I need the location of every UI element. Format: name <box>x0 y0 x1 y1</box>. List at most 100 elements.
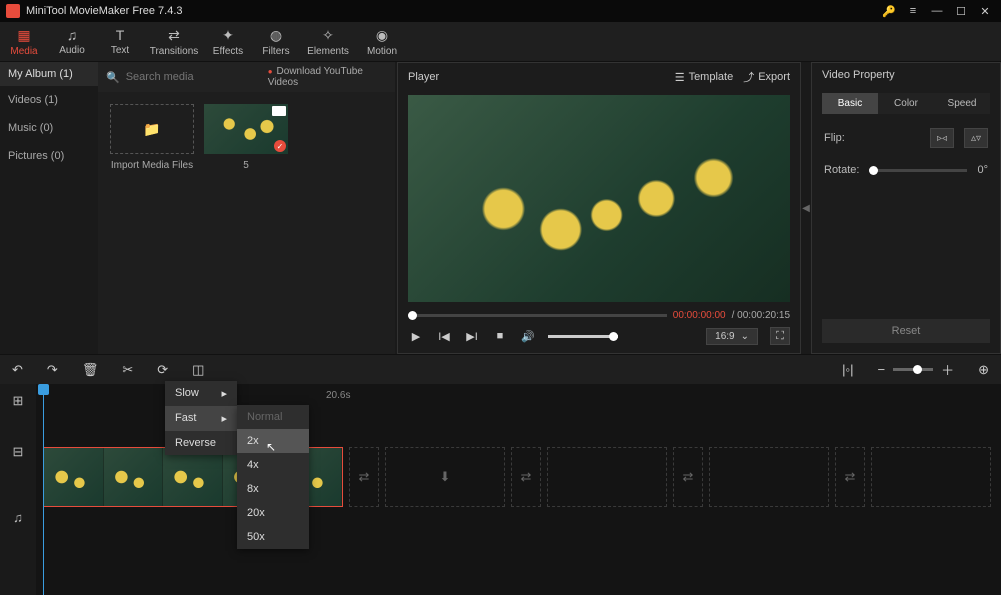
premium-key-icon[interactable]: 🔑 <box>879 5 899 18</box>
time-total: / 00:00:20:15 <box>732 310 790 321</box>
video-preview[interactable] <box>408 95 790 302</box>
tool-elements-icon: ✧ <box>322 27 334 44</box>
fast-option-8x[interactable]: 8x <box>237 477 309 501</box>
close-button[interactable]: ✕ <box>975 5 995 18</box>
crop-button[interactable]: ◫ <box>192 362 204 378</box>
fast-submenu: Normal 2x4x8x20x50x <box>237 405 309 549</box>
export-icon: ⤴ <box>743 69 754 85</box>
flip-horizontal-button[interactable]: ▹◃ <box>930 128 954 148</box>
media-category[interactable]: Pictures (0) <box>0 142 98 170</box>
rotate-label: Rotate: <box>824 164 859 176</box>
fast-option-20x[interactable]: 20x <box>237 501 309 525</box>
empty-slot[interactable] <box>547 447 667 507</box>
audio-track-icon[interactable]: ♫ <box>0 487 36 547</box>
volume-slider[interactable] <box>548 335 618 338</box>
search-icon: 🔍 <box>106 71 120 84</box>
volume-icon[interactable]: 🔊 <box>520 330 536 343</box>
playhead[interactable] <box>43 384 44 595</box>
snap-button[interactable]: |◦| <box>842 362 853 377</box>
property-title: Video Property <box>812 63 1000 87</box>
transition-slot[interactable]: ⇄ <box>511 447 541 507</box>
titlebar: MiniTool MovieMaker Free 7.4.3 🔑 ≡ — ☐ ✕ <box>0 0 1001 22</box>
media-category[interactable]: Videos (1) <box>0 86 98 114</box>
aspect-ratio-select[interactable]: 16:9⌄ <box>706 328 758 345</box>
video-badge-icon <box>272 106 286 116</box>
tool-media[interactable]: ▦Media <box>0 22 48 61</box>
tool-motion-icon: ◉ <box>376 27 388 44</box>
media-search-bar: 🔍 Download YouTube Videos <box>98 62 395 92</box>
tool-effects[interactable]: ✦Effects <box>204 22 252 61</box>
tool-filters[interactable]: ◍Filters <box>252 22 300 61</box>
import-media-button[interactable]: 📁 <box>110 104 194 154</box>
tool-motion[interactable]: ◉Motion <box>356 22 408 61</box>
player-panel: Player ☰Template ⤴Export 00:00:00:00 / 0… <box>397 62 801 354</box>
speed-menu: Slow▸ Fast▸ Reverse <box>165 381 237 455</box>
tool-text[interactable]: TText <box>96 22 144 61</box>
zoom-in-button[interactable]: ＋ <box>941 360 954 379</box>
fullscreen-button[interactable]: ⛶ <box>770 327 790 345</box>
video-track-icon[interactable]: ⊟ <box>0 417 36 487</box>
tool-transitions[interactable]: ⇄Transitions <box>144 22 204 61</box>
menu-icon[interactable]: ≡ <box>903 5 923 17</box>
empty-slot[interactable] <box>709 447 829 507</box>
add-track-button[interactable]: ⊞ <box>0 384 36 417</box>
speed-button[interactable]: ⟳ <box>157 362 168 378</box>
speed-fast-item[interactable]: Fast▸ <box>165 406 237 431</box>
media-category[interactable]: Music (0) <box>0 114 98 142</box>
album-header[interactable]: My Album (1) <box>0 62 98 86</box>
search-input[interactable] <box>126 71 268 83</box>
app-title: MiniTool MovieMaker Free 7.4.3 <box>26 5 875 17</box>
prop-tab-color[interactable]: Color <box>878 93 934 114</box>
property-panel: Video Property BasicColorSpeed Flip: ▹◃ … <box>811 62 1001 354</box>
zoom-slider[interactable] <box>893 368 933 371</box>
rotate-slider[interactable] <box>869 169 967 172</box>
prop-tab-basic[interactable]: Basic <box>822 93 878 114</box>
empty-slot[interactable]: ⬇ <box>385 447 505 507</box>
speed-reverse-item[interactable]: Reverse <box>165 431 237 455</box>
undo-button[interactable]: ↶ <box>12 362 23 378</box>
maximize-button[interactable]: ☐ <box>951 5 971 18</box>
tool-filters-icon: ◍ <box>270 27 282 44</box>
tool-elements[interactable]: ✧Elements <box>300 22 356 61</box>
thumb-count: 5 <box>243 160 249 171</box>
download-youtube-link[interactable]: Download YouTube Videos <box>268 66 387 88</box>
transition-slot[interactable]: ⇄ <box>673 447 703 507</box>
zoom-fit-button[interactable]: ⊕ <box>978 362 989 378</box>
play-button[interactable]: ▶ <box>408 330 424 343</box>
template-button[interactable]: ☰Template <box>675 71 734 84</box>
transition-slot[interactable]: ⇄ <box>835 447 865 507</box>
delete-button[interactable]: 🗑 <box>82 362 99 378</box>
fast-option-2x[interactable]: 2x <box>237 429 309 453</box>
flip-vertical-button[interactable]: ▵▿ <box>964 128 988 148</box>
speed-slow-item[interactable]: Slow▸ <box>165 381 237 406</box>
media-thumbnail[interactable]: ✓ <box>204 104 288 154</box>
empty-slot[interactable] <box>871 447 991 507</box>
next-frame-button[interactable]: ▶I <box>464 330 480 343</box>
expand-handle[interactable]: ◀ <box>801 62 811 354</box>
export-button[interactable]: ⤴Export <box>743 69 790 85</box>
minimize-button[interactable]: — <box>927 5 947 17</box>
tool-effects-icon: ✦ <box>222 27 234 44</box>
fast-normal-item[interactable]: Normal <box>237 405 309 429</box>
zoom-out-button[interactable]: − <box>877 362 885 377</box>
reset-button[interactable]: Reset <box>822 319 990 343</box>
media-panel: 🔍 Download YouTube Videos 📁 Import Media… <box>98 62 395 354</box>
fast-option-4x[interactable]: 4x <box>237 453 309 477</box>
flip-label: Flip: <box>824 132 845 144</box>
edit-bar: ↶ ↷ 🗑 ✂ ⟳ ◫ |◦| − ＋ ⊕ <box>0 354 1001 384</box>
import-label: Import Media Files <box>111 160 193 171</box>
chevron-down-icon: ⌄ <box>741 331 749 342</box>
progress-track[interactable] <box>408 314 667 317</box>
tool-audio[interactable]: ♫Audio <box>48 22 96 61</box>
fast-option-50x[interactable]: 50x <box>237 525 309 549</box>
prop-tab-speed[interactable]: Speed <box>934 93 990 114</box>
prev-frame-button[interactable]: I◀ <box>436 330 452 343</box>
tool-media-icon: ▦ <box>17 27 30 44</box>
chevron-right-icon: ▸ <box>221 387 227 400</box>
split-button[interactable]: ✂ <box>122 362 133 378</box>
redo-button[interactable]: ↷ <box>47 362 58 378</box>
transition-slot[interactable]: ⇄ <box>349 447 379 507</box>
timeline[interactable]: ⊞ ⊟ ♫ 20.6s ⇄ ⬇ ⇄ ⇄ ⇄ <box>0 384 1001 595</box>
stop-button[interactable]: ■ <box>492 330 508 342</box>
player-title: Player <box>408 71 439 83</box>
